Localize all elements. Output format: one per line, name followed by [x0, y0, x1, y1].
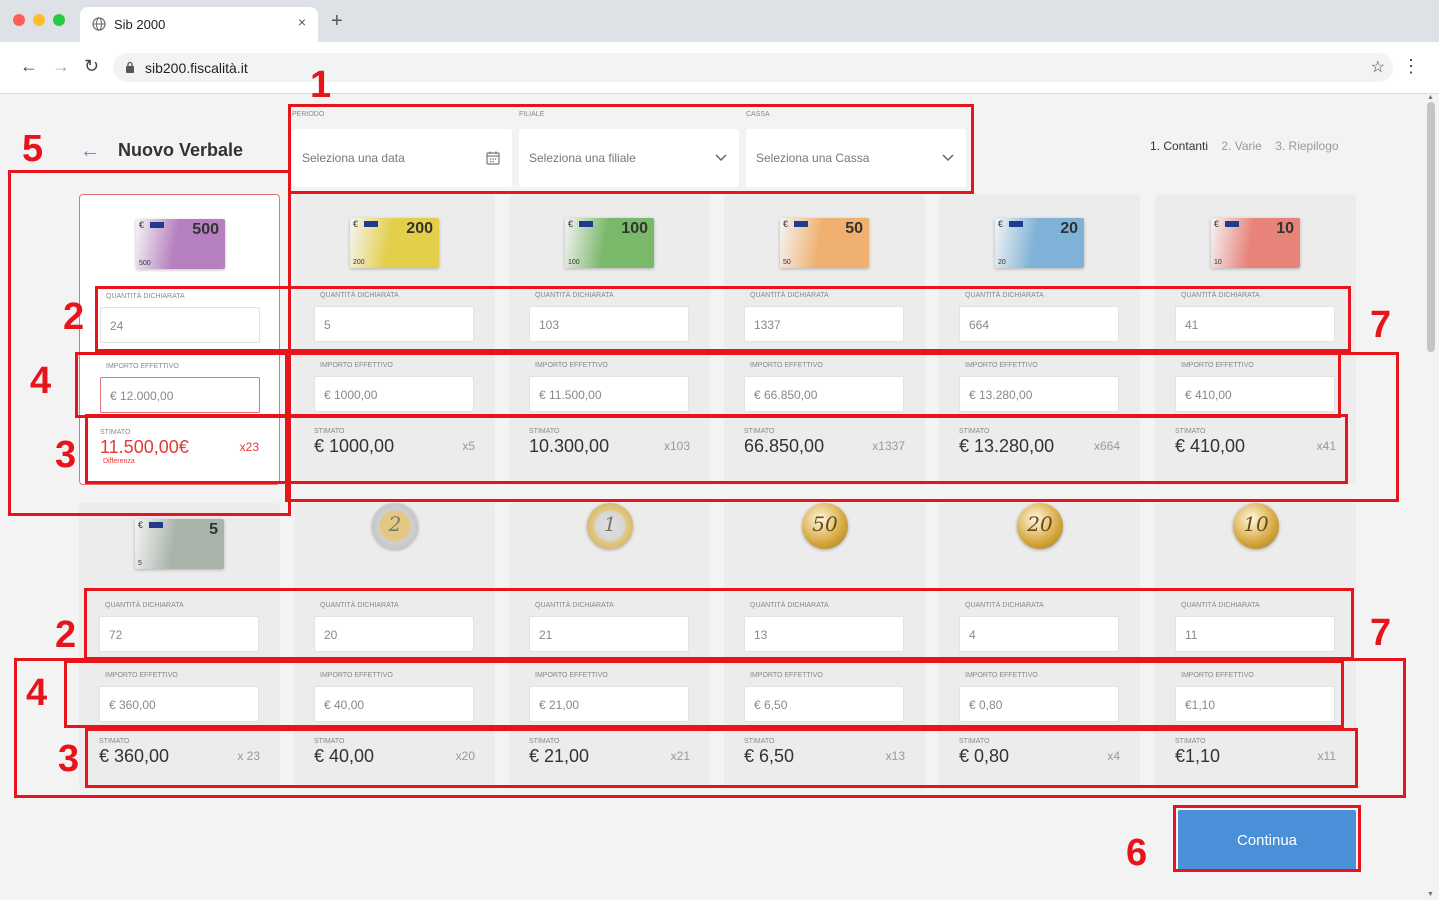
denomination-small-value: 100 — [568, 259, 580, 266]
scroll-up-icon[interactable]: ▲ — [1427, 94, 1434, 101]
browser-menu-icon[interactable]: ⋮ — [1402, 56, 1420, 77]
annotation-number: 2 — [63, 296, 85, 338]
denomination-value: 50 — [845, 220, 863, 237]
coin-image: 10 — [1155, 495, 1356, 565]
annotation-number: 4 — [26, 672, 48, 714]
bookmark-star-icon[interactable]: ☆ — [1371, 57, 1385, 77]
annotation-number: 3 — [58, 738, 80, 780]
maximize-window-button[interactable] — [53, 14, 65, 26]
url-input[interactable]: sib200.fiscalità.it ☆ — [113, 53, 1393, 82]
coin-image: 2 — [294, 495, 495, 565]
annotation-box — [95, 286, 1351, 352]
banknote-image: €100 100 — [509, 194, 710, 268]
banknote-icon: €50 50 — [780, 218, 869, 268]
new-tab-button[interactable]: + — [331, 10, 343, 33]
close-window-button[interactable] — [13, 14, 25, 26]
annotation-box — [85, 728, 1358, 788]
eu-flag-icon — [794, 221, 808, 227]
coin-icon: 10 — [1233, 503, 1279, 549]
back-arrow-icon[interactable]: ← — [80, 140, 100, 163]
annotation-number: 3 — [55, 434, 77, 476]
browser-tab[interactable]: Sib 2000 × — [80, 7, 318, 42]
lock-icon — [126, 61, 134, 73]
annotation-number: 1 — [310, 64, 332, 106]
denomination-value: 100 — [621, 220, 648, 237]
denomination-value: 2 — [388, 512, 402, 536]
banknote-image: €50 50 — [724, 194, 925, 268]
banknote-icon: €20 20 — [995, 218, 1084, 268]
reload-icon[interactable]: ↻ — [84, 56, 99, 77]
close-tab-icon[interactable]: × — [298, 14, 306, 30]
url-text: sib200.fiscalità.it — [145, 60, 248, 76]
euro-symbol-icon: € — [1214, 219, 1220, 229]
denomination-value: 20 — [1027, 512, 1053, 536]
tab-title: Sib 2000 — [114, 17, 166, 32]
denomination-small-value: 20 — [998, 259, 1006, 266]
coin-icon: 1 — [587, 503, 633, 549]
denomination-value: 1 — [603, 512, 617, 536]
annotation-box — [1173, 805, 1361, 872]
denomination-small-value: 200 — [353, 259, 365, 266]
browser-tab-bar: Sib 2000 × + — [0, 0, 1439, 42]
coin-image: 50 — [724, 495, 925, 565]
denomination-value: 5 — [209, 521, 218, 538]
annotation-number: 6 — [1126, 832, 1148, 874]
annotation-number: 7 — [1370, 304, 1392, 346]
annotation-box — [288, 104, 974, 194]
eu-flag-icon — [1225, 221, 1239, 227]
denomination-value: 200 — [406, 220, 433, 237]
annotation-number: 2 — [55, 614, 77, 656]
eu-flag-icon — [579, 221, 593, 227]
denomination-small-value: 10 — [1214, 259, 1222, 266]
step-riepilogo[interactable]: 3. Riepilogo — [1275, 139, 1338, 153]
banknote-image: €20 20 — [939, 194, 1140, 268]
euro-symbol-icon: € — [353, 219, 359, 229]
scrollbar[interactable]: ▲ ▼ — [1423, 94, 1439, 900]
forward-icon[interactable]: → — [52, 56, 70, 77]
annotation-box — [84, 588, 1354, 660]
eu-flag-icon — [364, 221, 378, 227]
euro-symbol-icon: € — [138, 520, 144, 530]
scroll-down-icon[interactable]: ▼ — [1427, 891, 1434, 898]
banknote-icon: €5 5 — [135, 519, 224, 569]
coin-image: 20 — [939, 495, 1140, 565]
coin-icon: 20 — [1017, 503, 1063, 549]
step-contanti[interactable]: 1. Contanti — [1150, 139, 1208, 153]
annotation-number: 5 — [22, 128, 44, 170]
annotation-box — [85, 414, 1348, 484]
banknote-image: €200 200 — [294, 194, 495, 268]
banknote-icon: €100 100 — [565, 218, 654, 268]
minimize-window-button[interactable] — [33, 14, 45, 26]
banknote-icon: €10 10 — [1211, 218, 1300, 268]
globe-icon — [92, 17, 106, 31]
page-title: Nuovo Verbale — [118, 140, 244, 160]
banknote-icon: €200 200 — [350, 218, 439, 268]
coin-icon: 50 — [802, 503, 848, 549]
denomination-value: 10 — [1243, 512, 1269, 536]
address-bar: ← → ↻ sib200.fiscalità.it ☆ ⋮ — [0, 42, 1439, 94]
eu-flag-icon — [149, 522, 163, 528]
euro-symbol-icon: € — [783, 219, 789, 229]
euro-symbol-icon: € — [998, 219, 1004, 229]
denomination-value: 10 — [1276, 220, 1294, 237]
denomination-small-value: 5 — [138, 560, 142, 567]
banknote-image: €10 10 — [1155, 194, 1356, 268]
step-varie[interactable]: 2. Varie — [1221, 139, 1261, 153]
denomination-value: 20 — [1060, 220, 1078, 237]
scrollbar-thumb[interactable] — [1427, 102, 1435, 352]
annotation-number: 4 — [30, 360, 52, 402]
stepper: 1. Contanti 2. Varie 3. Riepilogo — [1150, 139, 1349, 153]
eu-flag-icon — [1009, 221, 1023, 227]
coin-image: 1 — [509, 495, 710, 565]
coin-icon: 2 — [372, 503, 418, 549]
denomination-value: 50 — [812, 512, 838, 536]
euro-symbol-icon: € — [568, 219, 574, 229]
denomination-small-value: 50 — [783, 259, 791, 266]
annotation-number: 7 — [1370, 612, 1392, 654]
back-icon[interactable]: ← — [20, 56, 38, 77]
